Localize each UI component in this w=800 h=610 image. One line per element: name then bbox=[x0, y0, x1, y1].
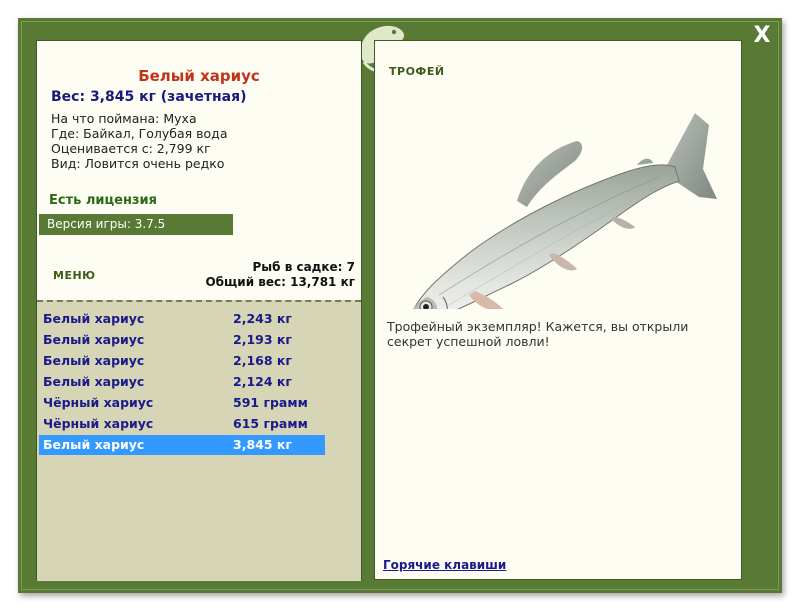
close-icon[interactable]: X bbox=[748, 22, 776, 50]
list-item[interactable]: Белый хариус 2,243 кг bbox=[39, 309, 325, 329]
list-item-weight: 615 грамм bbox=[233, 416, 308, 431]
fish-image bbox=[413, 113, 717, 309]
version-bar: Версия игры: 3.7.5 bbox=[39, 214, 233, 235]
list-item[interactable]: Белый хариус 2,168 кг bbox=[39, 351, 325, 371]
catch-stats: Рыб в садке: 7 Общий вес: 13,781 кг bbox=[205, 260, 355, 290]
catch-list[interactable]: Белый хариус 2,243 кг Белый хариус 2,193… bbox=[37, 300, 361, 581]
license-status: Есть лицензия bbox=[49, 193, 157, 208]
fish-weight: Вес: 3,845 кг (зачетная) bbox=[51, 89, 247, 105]
list-item-weight: 2,243 кг bbox=[233, 311, 292, 326]
list-item-weight: 2,124 кг bbox=[233, 374, 292, 389]
list-item-name: Белый хариус bbox=[43, 332, 145, 347]
list-item-name: Белый хариус bbox=[43, 374, 145, 389]
list-item-weight: 2,168 кг bbox=[233, 353, 292, 368]
trophy-panel: ТРОФЕЙ Трофейный экземпляр! Кажется, вы … bbox=[374, 40, 742, 580]
list-item-name: Чёрный хариус bbox=[43, 416, 154, 431]
list-item-name: Белый хариус bbox=[43, 437, 145, 452]
fish-valued: Оценивается с: 2,799 кг bbox=[51, 141, 211, 156]
list-item-name: Белый хариус bbox=[43, 311, 145, 326]
total-weight: Общий вес: 13,781 кг bbox=[205, 275, 355, 289]
list-item-name: Белый хариус bbox=[43, 353, 145, 368]
fish-place: Где: Байкал, Голубая вода bbox=[51, 126, 228, 141]
list-item[interactable]: Чёрный хариус 615 грамм bbox=[39, 414, 325, 434]
list-item-selected[interactable]: Белый хариус 3,845 кг bbox=[39, 435, 325, 455]
fish-info-panel: Белый хариус Вес: 3,845 кг (зачетная) На… bbox=[36, 40, 362, 581]
hotkeys-link[interactable]: Горячие клавиши bbox=[383, 558, 506, 572]
fish-title: Белый хариус bbox=[138, 67, 260, 85]
menu-button[interactable]: МЕНЮ bbox=[53, 269, 96, 282]
fish-count: Рыб в садке: 7 bbox=[252, 260, 356, 274]
fish-bait: На что поймана: Муха bbox=[51, 111, 197, 126]
fish-kind: Вид: Ловится очень редко bbox=[51, 156, 225, 171]
list-item-weight: 3,845 кг bbox=[233, 437, 292, 452]
trophy-description: Трофейный экземпляр! Кажется, вы открыли… bbox=[387, 319, 689, 349]
list-item[interactable]: Белый хариус 2,124 кг bbox=[39, 372, 325, 392]
list-item-weight: 2,193 кг bbox=[233, 332, 292, 347]
list-item[interactable]: Чёрный хариус 591 грамм bbox=[39, 393, 325, 413]
list-item[interactable]: Белый хариус 2,193 кг bbox=[39, 330, 325, 350]
list-item-name: Чёрный хариус bbox=[43, 395, 154, 410]
list-item-weight: 591 грамм bbox=[233, 395, 308, 410]
